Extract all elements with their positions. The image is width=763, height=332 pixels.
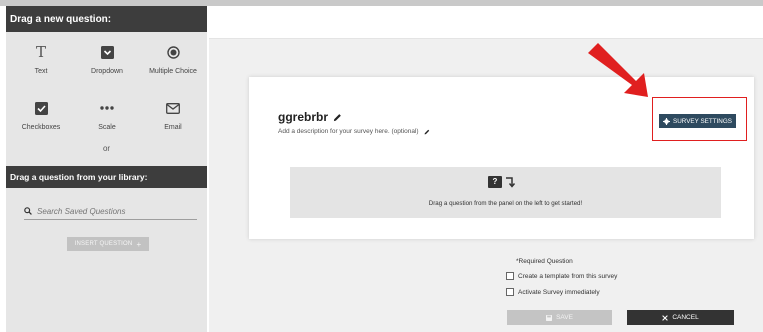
insert-question-label: INSERT QUESTION bbox=[74, 241, 133, 247]
radio-icon bbox=[163, 42, 183, 62]
question-type-dropdown[interactable]: Dropdown bbox=[74, 42, 140, 84]
question-type-label: Multiple Choice bbox=[149, 68, 197, 75]
question-type-label: Checkboxes bbox=[21, 124, 61, 131]
question-drag-icon: ? bbox=[488, 175, 502, 188]
cancel-label: CANCEL bbox=[672, 314, 699, 321]
scale-icon bbox=[97, 98, 117, 118]
library-header: Drag a question from your library: bbox=[6, 166, 207, 188]
survey-title: ggrebrbr bbox=[278, 110, 329, 124]
dropzone-text: Drag a question from the panel on the le… bbox=[428, 200, 583, 207]
insert-question-button[interactable]: INSERT QUESTION + bbox=[67, 237, 149, 251]
question-type-label: Scale bbox=[98, 124, 116, 131]
template-checkbox[interactable] bbox=[506, 272, 514, 280]
question-dropzone[interactable]: ? Drag a question from the panel on the … bbox=[290, 167, 721, 218]
dropdown-icon bbox=[97, 42, 117, 62]
save-button[interactable]: SAVE bbox=[507, 310, 612, 325]
question-type-multiple-choice[interactable]: Multiple Choice bbox=[140, 42, 206, 84]
activate-checkbox-label: Activate Survey immediately bbox=[518, 288, 600, 296]
or-divider: or bbox=[102, 144, 111, 153]
plus-icon: + bbox=[136, 239, 142, 249]
arrow-down-right-icon bbox=[506, 177, 516, 188]
email-icon bbox=[163, 98, 183, 118]
survey-description: Add a description for your survey here. … bbox=[278, 128, 419, 135]
search-icon bbox=[24, 207, 32, 215]
survey-description-row: Add a description for your survey here. … bbox=[278, 128, 430, 135]
builder-header bbox=[209, 6, 763, 39]
question-panel: Drag a new question: T Text Dropdown Mul… bbox=[6, 6, 207, 332]
question-type-label: Text bbox=[34, 68, 48, 75]
question-type-text[interactable]: T Text bbox=[8, 42, 74, 84]
survey-title-row: ggrebrbr bbox=[278, 110, 342, 124]
required-note: *Required Question bbox=[516, 258, 573, 265]
template-checkbox-row[interactable]: Create a template from this survey bbox=[506, 272, 617, 280]
save-icon bbox=[546, 314, 553, 321]
question-type-grid: T Text Dropdown Multiple Choice Checkbox… bbox=[6, 32, 207, 140]
library-search bbox=[24, 203, 197, 220]
text-icon: T bbox=[35, 43, 46, 61]
dropzone-icons: ? bbox=[488, 175, 517, 188]
question-type-scale[interactable]: Scale bbox=[74, 98, 140, 140]
question-type-label: Dropdown bbox=[91, 68, 123, 75]
edit-description-icon[interactable] bbox=[424, 129, 430, 135]
search-input[interactable] bbox=[37, 206, 187, 216]
activate-checkbox[interactable] bbox=[506, 288, 514, 296]
template-checkbox-label: Create a template from this survey bbox=[518, 272, 618, 280]
new-question-header: Drag a new question: bbox=[6, 6, 207, 32]
cancel-button[interactable]: CANCEL bbox=[627, 310, 734, 325]
checkbox-icon bbox=[31, 98, 51, 118]
settings-highlight-box bbox=[652, 97, 747, 141]
activate-checkbox-row[interactable]: Activate Survey immediately bbox=[506, 288, 600, 296]
red-arrow-annotation bbox=[588, 43, 648, 97]
edit-title-icon[interactable] bbox=[333, 113, 342, 122]
question-type-label: Email bbox=[164, 124, 182, 131]
close-icon bbox=[662, 314, 669, 321]
save-label: SAVE bbox=[556, 314, 573, 321]
question-type-email[interactable]: Email bbox=[140, 98, 206, 140]
question-type-checkboxes[interactable]: Checkboxes bbox=[8, 98, 74, 140]
